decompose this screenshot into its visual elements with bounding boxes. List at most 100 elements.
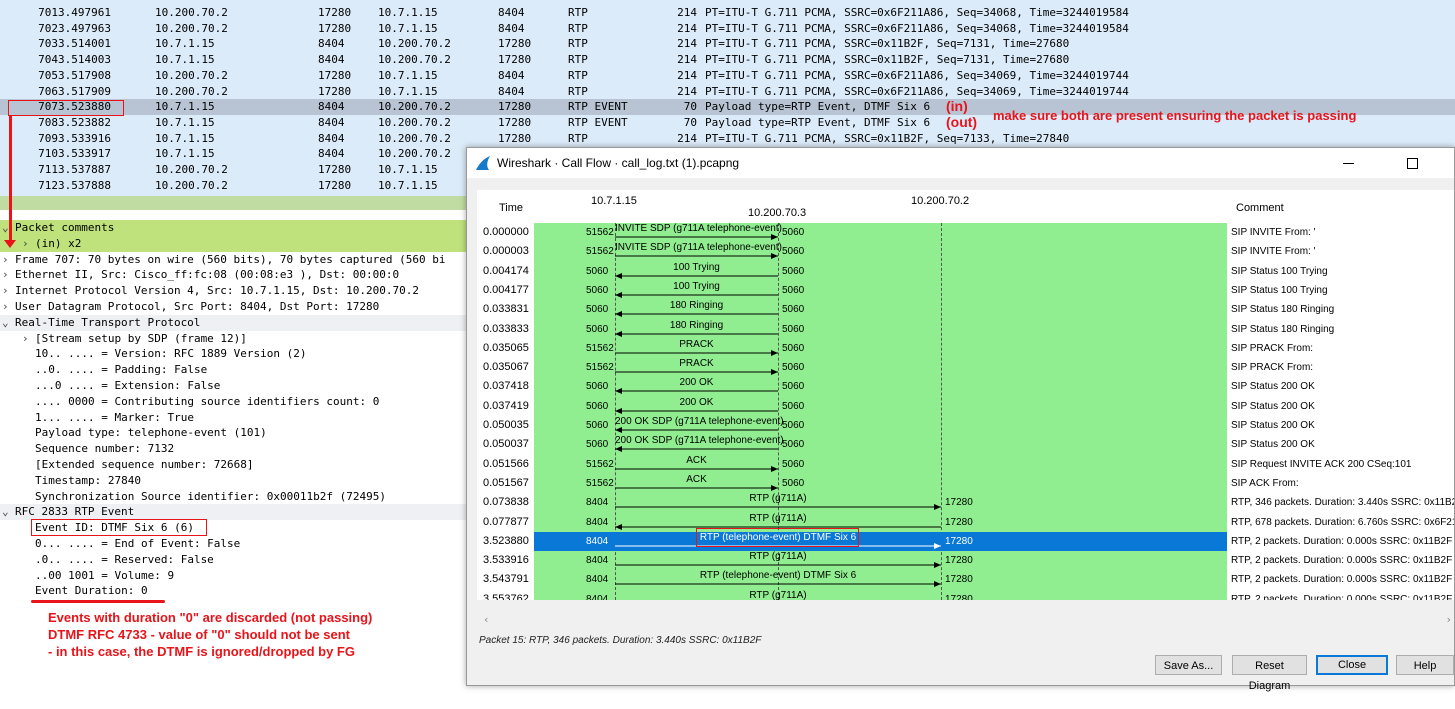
detail-row[interactable]: ..0. .... = Padding: False: [0, 362, 470, 378]
call-flow-row[interactable]: 0.037419 5060 5060 200 OK SIP Status 200 OK: [477, 397, 1454, 416]
packet-row[interactable]: 709 3.533916 10.7.1.15 8404 10.200.70.2 17280…: [0, 131, 1455, 147]
detail-row[interactable]: 1... .... = Marker: True: [0, 410, 470, 426]
detail-row[interactable]: Synchronization Source identifier: 0x000…: [0, 489, 470, 505]
detail-row[interactable]: › Ethernet II, Src: Cisco_ff:fc:08 (00:08…: [0, 267, 470, 283]
detail-row[interactable]: ⌄ Real-Time Transport Protocol: [0, 314, 470, 331]
flow-comment: RTP, 678 packets. Duration: 6.760s SSRC:…: [1231, 516, 1454, 528]
packet-row[interactable]: 706 3.517909 10.200.70.2 17280 10.7.1.15 8404…: [0, 84, 1455, 100]
packet-proto: RTP: [568, 68, 588, 82]
close-button[interactable]: Close: [1316, 655, 1388, 675]
call-flow-row[interactable]: 0.033831 5060 5060 180 Ringing SIP Status 18…: [477, 300, 1454, 319]
detail-row[interactable]: › (in) x2: [0, 235, 470, 252]
call-flow-row[interactable]: 0.004174 5060 5060 100 Trying SIP Status 100…: [477, 262, 1454, 281]
packet-no: 706: [38, 84, 58, 98]
flow-left-port: 8404: [586, 535, 609, 547]
detail-row[interactable]: › User Datagram Protocol, Src Port: 8404,…: [0, 299, 470, 315]
call-flow-row[interactable]: 0.037418 5060 5060 200 OK SIP Status 200 OK: [477, 377, 1454, 396]
packet-sport: 8404: [318, 37, 345, 51]
detail-row[interactable]: › [Stream setup by SDP (frame 12)]: [0, 331, 470, 347]
detail-row[interactable]: .0.. .... = Reserved: False: [0, 552, 470, 568]
packet-sport: 17280: [318, 6, 352, 19]
maximize-button[interactable]: [1405, 156, 1421, 170]
scroll-left-icon[interactable]: ‹: [483, 613, 490, 626]
detail-row[interactable]: [Extended sequence number: 72668]: [0, 457, 470, 473]
collapsed-chevron-icon[interactable]: ›: [22, 236, 32, 252]
detail-row[interactable]: 0... .... = End of Event: False: [0, 536, 470, 552]
flow-right-port: 17280: [945, 555, 973, 567]
packet-row[interactable]: 705 3.517908 10.200.70.2 17280 10.7.1.15 8404…: [0, 68, 1455, 84]
packet-row[interactable]: 701 3.497961 10.200.70.2 17280 10.7.1.15 8404…: [0, 5, 1455, 21]
call-flow-window[interactable]: Wireshark · Call Flow · call_log.txt (1)…: [466, 147, 1455, 692]
packet-dst: 10.7.1.15: [378, 68, 438, 82]
packet-row[interactable]: 702 3.497963 10.200.70.2 17280 10.7.1.15 8404…: [0, 21, 1455, 37]
minimize-button[interactable]: [1341, 156, 1357, 170]
detail-row[interactable]: 10.. .... = Version: RFC 1889 Version (2…: [0, 346, 470, 362]
call-flow-row[interactable]: 0.077877 8404 17280 RTP (g711A) RTP, 678 pac…: [477, 513, 1454, 532]
packet-details-pane[interactable]: ⌄ Packet comments › (in) x2 › Frame 707: 70 b…: [0, 218, 470, 606]
flow-time: 3.533916: [483, 554, 529, 567]
detail-row[interactable]: Sequence number: 7132: [0, 441, 470, 457]
comment-column-header: Comment: [1236, 202, 1284, 214]
help-button[interactable]: Help: [1396, 655, 1454, 675]
packet-row[interactable]: 704 3.514003 10.7.1.15 8404 10.200.70.2 17280…: [0, 52, 1455, 68]
packet-proto: RTP: [568, 6, 588, 19]
call-flow-row[interactable]: 3.523880 8404 17280 RTP (telephone-event) D…: [477, 527, 1454, 551]
expanded-chevron-icon[interactable]: ⌄: [2, 315, 12, 331]
flow-time: 0.037419: [483, 399, 529, 412]
call-flow-titlebar[interactable]: Wireshark · Call Flow · call_log.txt (1)…: [467, 148, 1454, 178]
call-flow-row[interactable]: 3.533916 8404 17280 RTP (g711A) RTP, 2 packe…: [477, 551, 1454, 570]
call-flow-row[interactable]: 0.035065 51562 5060 PRACK SIP PRACK From:: [477, 339, 1454, 358]
call-flow-row[interactable]: 0.073838 8404 17280 RTP (g711A) RTP, 346 pac…: [477, 493, 1454, 512]
packet-proto: RTP: [568, 131, 588, 145]
call-flow-diagram[interactable]: Time 10.7.1.15 10.200.70.3 10.200.70.2 C…: [477, 190, 1454, 600]
call-flow-row[interactable]: 0.051567 51562 5060 ACK SIP ACK From:: [477, 474, 1454, 493]
call-flow-row[interactable]: 0.000003 51562 5060 INVITE SDP (g711A telep…: [477, 242, 1454, 261]
packet-no: 705: [38, 68, 58, 82]
call-flow-row[interactable]: 3.543791 8404 17280 RTP (telephone-event) D…: [477, 570, 1454, 589]
detail-row[interactable]: › Frame 707: 70 bytes on wire (560 bits),…: [0, 252, 470, 268]
packet-time: 3.517909: [58, 84, 111, 98]
flow-right-port: 17280: [945, 516, 973, 528]
scroll-right-icon[interactable]: ›: [1445, 613, 1452, 626]
detail-row[interactable]: Timestamp: 27840: [0, 473, 470, 489]
call-flow-row[interactable]: 0.004177 5060 5060 100 Trying SIP Status 100…: [477, 281, 1454, 300]
horizontal-scrollbar[interactable]: ‹ ›: [477, 612, 1454, 628]
call-flow-row[interactable]: 0.000000 51562 5060 INVITE SDP (g711A telep…: [477, 223, 1454, 242]
detail-row[interactable]: .... 0000 = Contributing source identifi…: [0, 394, 470, 410]
detail-row[interactable]: ..00 1001 = Volume: 9: [0, 568, 470, 584]
collapsed-chevron-icon[interactable]: ›: [22, 331, 32, 347]
detail-row[interactable]: ...0 .... = Extension: False: [0, 378, 470, 394]
packet-len: 214: [677, 84, 697, 98]
reset-diagram-button[interactable]: Reset Diagram: [1232, 655, 1307, 692]
packet-row[interactable]: 703 3.514001 10.7.1.15 8404 10.200.70.2 17280…: [0, 36, 1455, 52]
detail-row[interactable]: Event Duration: 0: [0, 583, 470, 599]
flow-label: INVITE SDP (g711A telephone-event): [615, 223, 782, 234]
call-flow-row[interactable]: 0.035067 51562 5060 PRACK SIP PRACK From:: [477, 358, 1454, 377]
collapsed-chevron-icon[interactable]: ›: [2, 252, 12, 268]
detail-text: Packet comments: [15, 221, 115, 234]
collapsed-chevron-icon[interactable]: ›: [2, 299, 12, 315]
detail-row[interactable]: › Internet Protocol Version 4, Src: 10.7.…: [0, 283, 470, 299]
packet-dport: 8404: [498, 6, 525, 19]
flow-time: 0.073838: [483, 496, 529, 509]
packet-dport: 8404: [498, 68, 525, 82]
call-flow-row[interactable]: 3.553762 8404 17280 RTP (g711A) RTP, 2 packe…: [477, 590, 1454, 600]
detail-row[interactable]: ⌄ RFC 2833 RTP Event: [0, 504, 470, 521]
call-flow-row[interactable]: 0.050037 5060 5060 200 OK SDP (g711A teleph…: [477, 435, 1454, 454]
collapsed-chevron-icon[interactable]: ›: [2, 283, 12, 299]
packet-no: 702: [38, 21, 58, 35]
detail-row[interactable]: ⌄ Packet comments: [0, 220, 470, 236]
save-as-button[interactable]: Save As...: [1155, 655, 1222, 675]
call-flow-row[interactable]: 0.050035 5060 5060 200 OK SDP (g711A teleph…: [477, 416, 1454, 435]
collapsed-chevron-icon[interactable]: ›: [2, 267, 12, 283]
packet-sport: 8404: [318, 115, 345, 129]
call-flow-row[interactable]: 0.051566 51562 5060 ACK SIP Request INVITE A…: [477, 455, 1454, 474]
packet-dst: 10.200.70.2: [378, 115, 451, 129]
detail-row[interactable]: Payload type: telephone-event (101): [0, 425, 470, 441]
call-flow-row[interactable]: 0.033833 5060 5060 180 Ringing SIP Status 18…: [477, 320, 1454, 339]
flow-comment: SIP INVITE From: ': [1231, 227, 1316, 238]
arrow-left-icon: [615, 311, 778, 318]
packet-src: 10.7.1.15: [155, 147, 215, 161]
detail-text: 1... .... = Marker: True: [35, 410, 194, 424]
expanded-chevron-icon[interactable]: ⌄: [2, 504, 12, 520]
